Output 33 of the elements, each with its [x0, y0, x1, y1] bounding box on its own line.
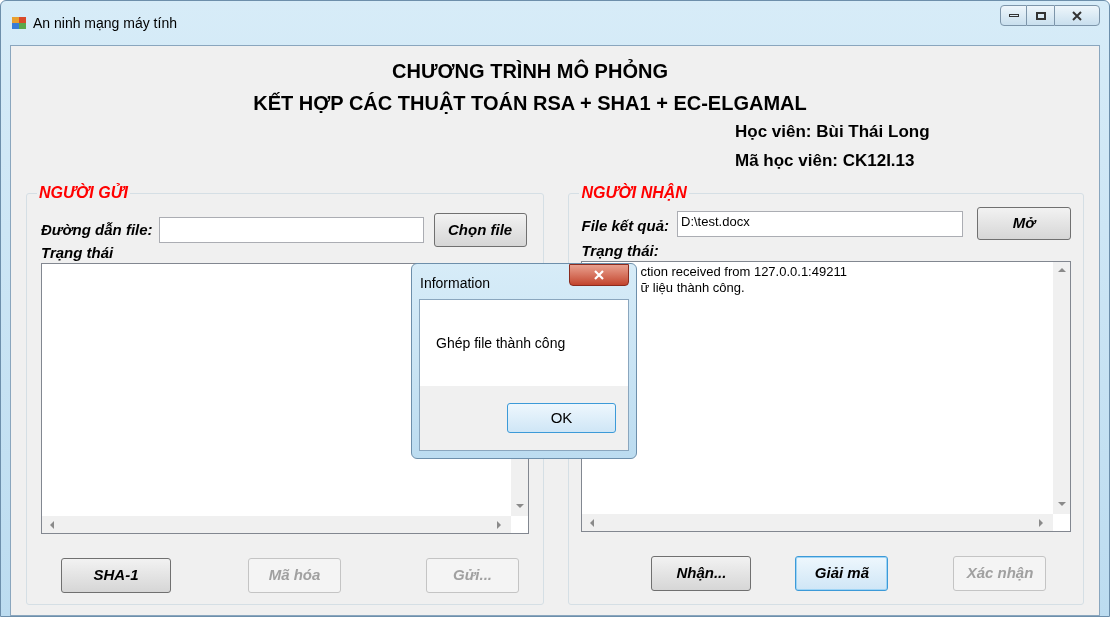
- app-icon: [11, 15, 27, 31]
- student-info: Học viên: Bùi Thái Long: [735, 121, 931, 143]
- group-legend: NGƯỜI NHẬN: [579, 183, 689, 203]
- field-label: Trạng thái: [41, 243, 115, 263]
- maximize-button[interactable]: [1027, 5, 1054, 26]
- log-line: ction received from 127.0.0.1:49211: [640, 264, 848, 280]
- choose-file-button[interactable]: Chọn file: [433, 213, 527, 247]
- student-info: Mã học viên: CK12I.13: [735, 150, 916, 172]
- status-log[interactable]: ction received from 127.0.0.1:49211 ữ liệu thành công.: [581, 261, 1071, 532]
- dialog-title: Information: [420, 274, 491, 293]
- ok-button[interactable]: OK: [507, 403, 616, 433]
- field-label: Đường dẫn file:: [41, 219, 153, 240]
- log-line: ữ liệu thành công.: [640, 280, 746, 296]
- close-icon: [1071, 10, 1083, 21]
- file-path-field[interactable]: [158, 217, 424, 243]
- minimize-button[interactable]: [1000, 5, 1027, 26]
- close-button[interactable]: [569, 264, 629, 286]
- horizontal-scrollbar[interactable]: [42, 516, 512, 533]
- program-title: CHƯƠNG TRÌNH MÔ PHỎNG: [392, 58, 668, 84]
- action-button[interactable]: Nhận...: [651, 556, 752, 591]
- close-button[interactable]: [1054, 5, 1100, 26]
- dialog-message: Ghép file thành công: [436, 333, 566, 353]
- result-file-field[interactable]: D:\test.docx: [677, 210, 963, 237]
- open-button[interactable]: Mở: [977, 207, 1071, 240]
- vertical-scrollbar[interactable]: [1053, 262, 1070, 514]
- horizontal-scrollbar[interactable]: [582, 514, 1053, 531]
- close-icon: [593, 270, 605, 280]
- action-button[interactable]: SHA-1: [61, 558, 171, 593]
- field-label: Trạng thái:: [581, 241, 660, 261]
- field-label: File kết quả:: [581, 216, 669, 237]
- window-title: An ninh mạng máy tính: [33, 13, 177, 33]
- action-button[interactable]: Giải mã: [795, 556, 889, 591]
- program-title: KẾT HỢP CÁC THUẬT TOÁN RSA + SHA1 + EC-ELGAMAL: [253, 90, 807, 116]
